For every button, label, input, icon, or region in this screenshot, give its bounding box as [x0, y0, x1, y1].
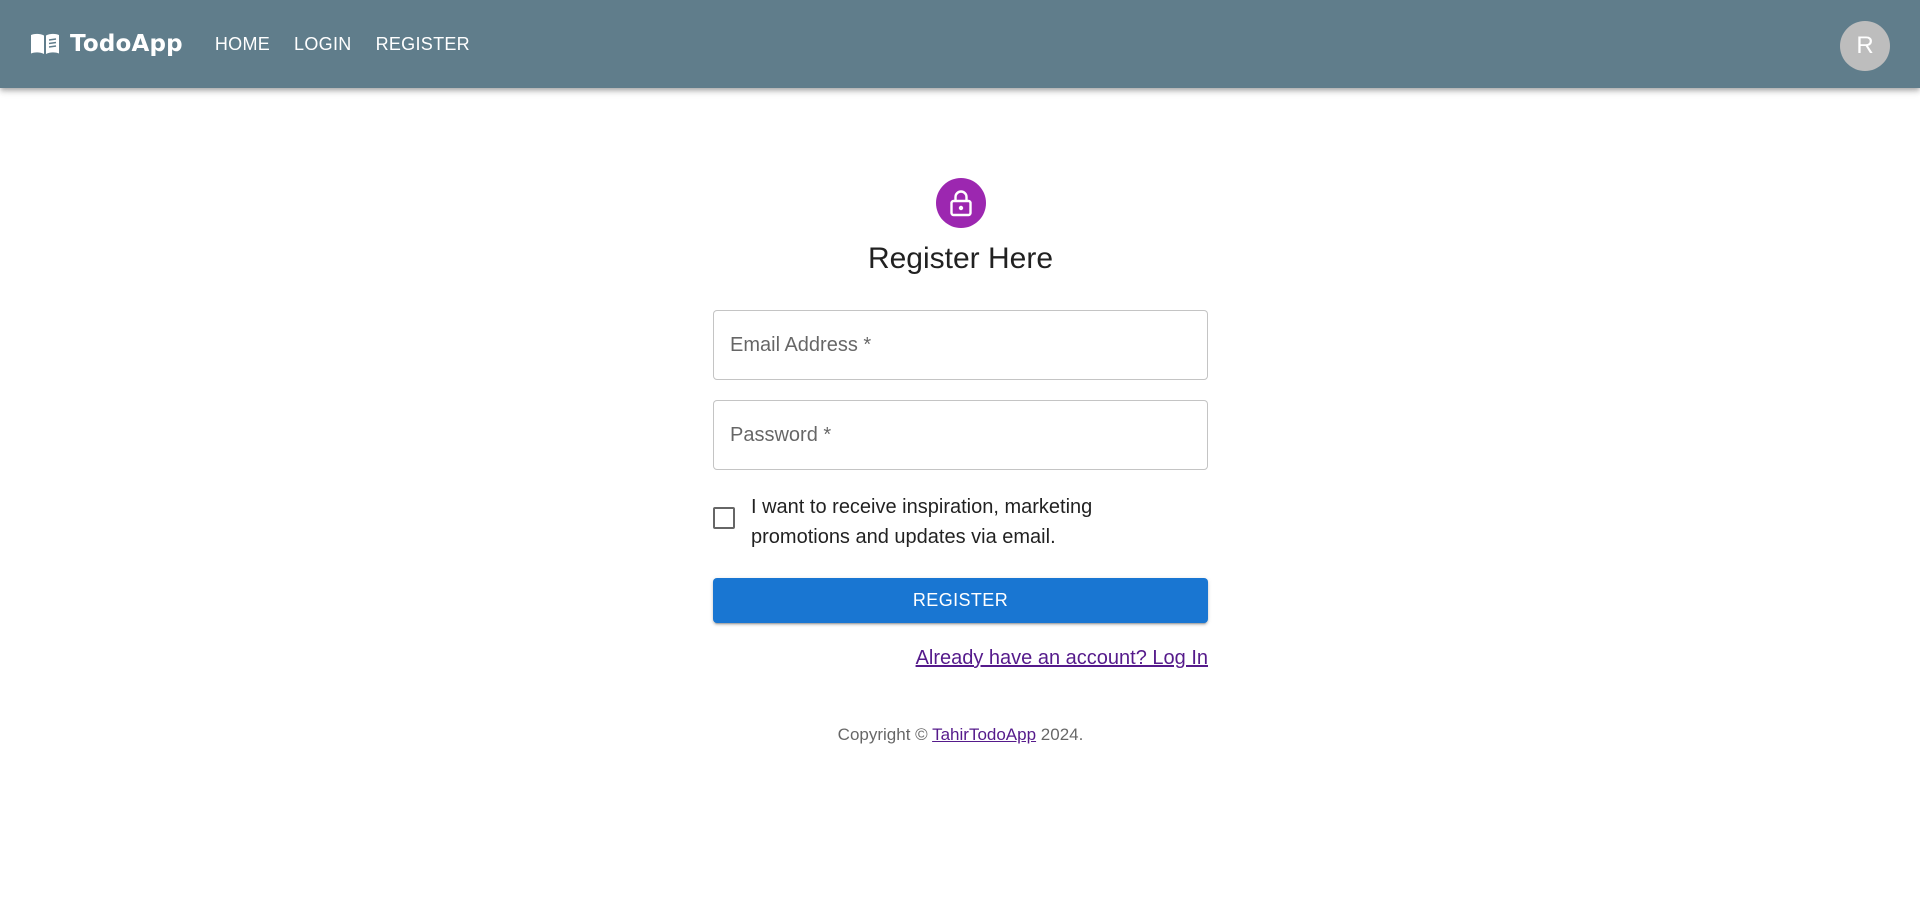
main-nav: HOME LOGIN REGISTER: [203, 26, 482, 63]
brand-name: TodoApp: [70, 31, 183, 57]
login-link[interactable]: Already have an account? Log In: [916, 647, 1208, 670]
marketing-checkbox-label[interactable]: I want to receive inspiration, marketing…: [751, 492, 1151, 552]
copyright-link[interactable]: TahirTodoApp: [932, 725, 1036, 744]
nav-home[interactable]: HOME: [203, 26, 282, 63]
email-input[interactable]: [714, 311, 1207, 379]
register-form: Register Here Email Address * Password *…: [713, 178, 1208, 745]
lock-avatar: [935, 178, 986, 228]
login-link-row: Already have an account? Log In: [713, 647, 1208, 670]
register-button[interactable]: REGISTER: [713, 578, 1208, 623]
copyright: Copyright © TahirTodoApp 2024.: [838, 725, 1084, 745]
marketing-checkbox[interactable]: [713, 507, 735, 529]
user-avatar[interactable]: R: [1840, 21, 1890, 71]
app-bar: TodoApp HOME LOGIN REGISTER R: [0, 0, 1920, 88]
nav-login[interactable]: LOGIN: [282, 26, 364, 63]
copyright-suffix: 2024.: [1036, 725, 1084, 744]
nav-register[interactable]: REGISTER: [364, 26, 482, 63]
email-field[interactable]: Email Address *: [713, 310, 1208, 380]
brand[interactable]: TodoApp: [30, 31, 183, 57]
password-input[interactable]: [714, 401, 1207, 469]
book-open-icon: [30, 32, 60, 56]
marketing-opt-in: I want to receive inspiration, marketing…: [713, 492, 1208, 552]
password-field[interactable]: Password *: [713, 400, 1208, 470]
page-title: Register Here: [867, 242, 1054, 275]
lock-icon: [949, 190, 972, 217]
copyright-prefix: Copyright ©: [837, 725, 933, 744]
